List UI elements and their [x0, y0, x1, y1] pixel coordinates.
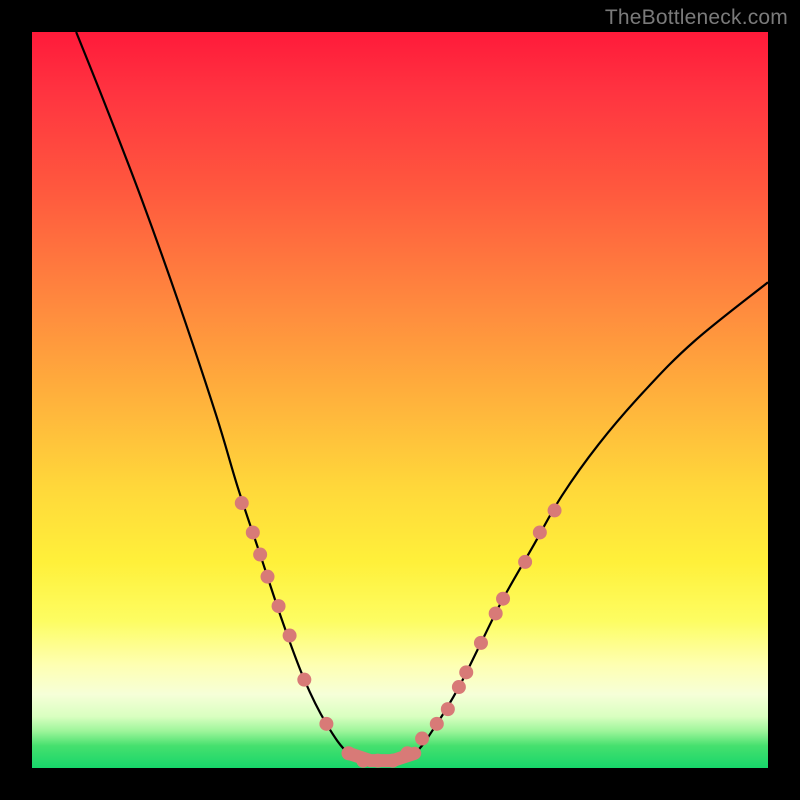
curve-dot	[319, 717, 333, 731]
curve-dot	[548, 503, 562, 517]
chart-frame: TheBottleneck.com	[0, 0, 800, 800]
curve-dot	[356, 754, 370, 768]
curve-dot	[430, 717, 444, 731]
curve-dot	[272, 599, 286, 613]
bottleneck-curve	[76, 32, 768, 762]
curve-dot	[253, 548, 267, 562]
curve-dot	[441, 702, 455, 716]
curve-dot	[235, 496, 249, 510]
curve-dot	[518, 555, 532, 569]
curve-dot	[246, 525, 260, 539]
curve-dot	[452, 680, 466, 694]
curve-dot	[415, 732, 429, 746]
curve-dot	[371, 754, 385, 768]
curve-dot	[474, 636, 488, 650]
curve-dot	[283, 629, 297, 643]
curve-dot	[459, 665, 473, 679]
curve-dot	[489, 606, 503, 620]
plot-area	[32, 32, 768, 768]
curve-dot	[261, 570, 275, 584]
curve-dot	[297, 673, 311, 687]
curve-dot	[341, 746, 355, 760]
curve-dot	[533, 525, 547, 539]
chart-svg	[32, 32, 768, 768]
curve-dot	[386, 754, 400, 768]
watermark-text: TheBottleneck.com	[605, 6, 788, 30]
curve-dot	[400, 746, 414, 760]
curve-dots-group	[235, 496, 562, 768]
curve-dot	[496, 592, 510, 606]
